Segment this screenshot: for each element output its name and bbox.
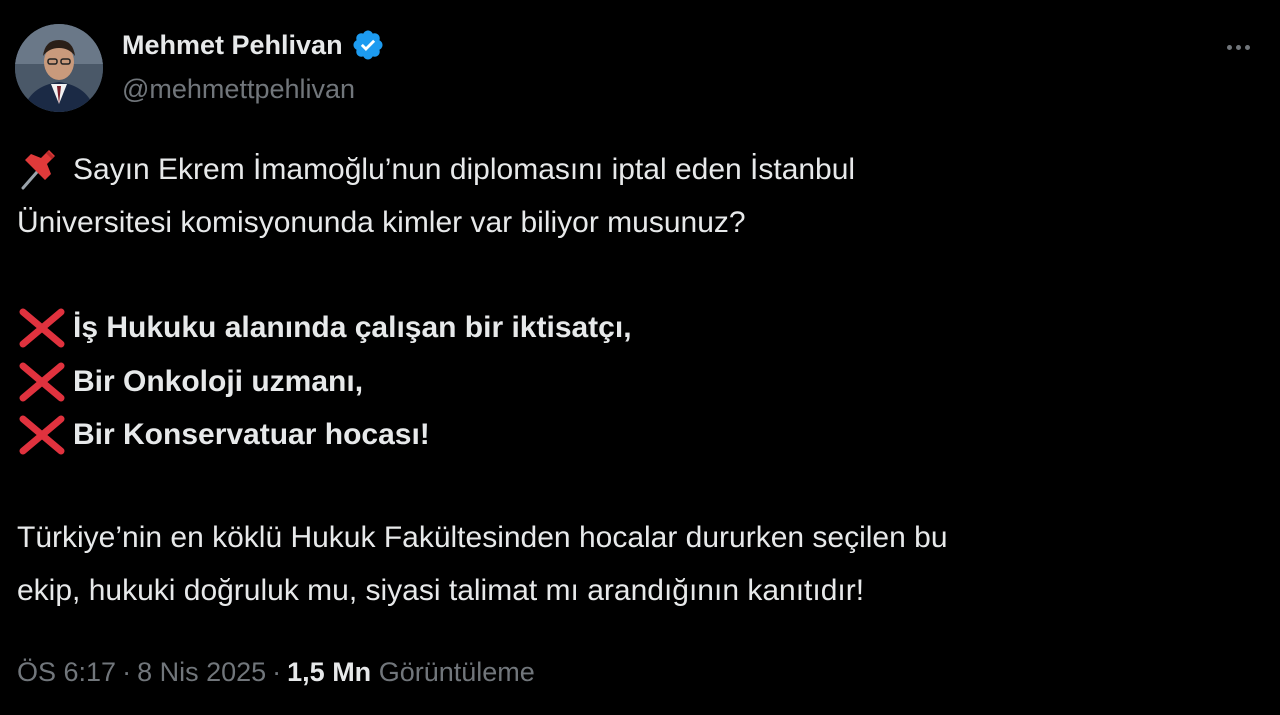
post-list-item-text: Bir Onkoloji uzmanı, [73, 365, 364, 398]
separator: · [122, 657, 132, 687]
post-text: ekip, hukuki doğruluk mu, siyasi talimat… [17, 574, 865, 607]
cross-mark-icon [17, 362, 65, 402]
post-intro-line-1: Sayın Ekrem İmamoğlu’nun diplomasını ipt… [17, 150, 855, 190]
more-dot-icon [1235, 44, 1241, 50]
post-metadata: ÖS 6:17 · 8 Nis 2025 · 1,5 Mn Görüntüleme [17, 652, 535, 692]
post-closing-line-1: Türkiye’nin en köklü Hukuk Fakültesinden… [17, 518, 948, 558]
avatar[interactable] [15, 24, 103, 112]
pushpin-icon [17, 150, 65, 190]
post-list-item-text: Bir Konservatuar hocası! [73, 418, 430, 451]
post-date[interactable]: 8 Nis 2025 [137, 657, 266, 687]
post-intro-line-2: Üniversitesi komisyonunda kimler var bil… [17, 203, 746, 243]
cross-mark-icon [17, 415, 65, 455]
author-name-row: Mehmet Pehlivan [122, 28, 385, 62]
more-dot-icon [1226, 44, 1232, 50]
author-handle[interactable]: @mehmettpehlivan [122, 72, 355, 106]
post-list-item-text: İş Hukuku alanında çalışan bir iktisatçı… [73, 311, 632, 344]
post-list-item-2: Bir Onkoloji uzmanı, [17, 362, 363, 402]
more-options-button[interactable] [1218, 30, 1258, 64]
views-count[interactable]: 1,5 Mn [287, 657, 371, 687]
views-label: Görüntüleme [378, 657, 535, 687]
author-display-name[interactable]: Mehmet Pehlivan [122, 28, 343, 62]
tweet: Mehmet Pehlivan @mehmettpehlivan Sayın E… [0, 0, 1280, 715]
separator: · [272, 657, 282, 687]
avatar-image [15, 24, 103, 112]
post-text: Sayın Ekrem İmamoğlu’nun diplomasını ipt… [73, 153, 856, 186]
post-list-item-1: İş Hukuku alanında çalışan bir iktisatçı… [17, 308, 632, 348]
post-text: Üniversitesi komisyonunda kimler var bil… [17, 206, 746, 239]
cross-mark-icon [17, 308, 65, 348]
post-text: Türkiye’nin en köklü Hukuk Fakültesinden… [17, 521, 948, 554]
verified-badge-icon[interactable] [351, 28, 385, 62]
post-closing-line-2: ekip, hukuki doğruluk mu, siyasi talimat… [17, 571, 864, 611]
more-dot-icon [1244, 44, 1250, 50]
post-list-item-3: Bir Konservatuar hocası! [17, 415, 430, 455]
post-time[interactable]: ÖS 6:17 [17, 657, 116, 687]
